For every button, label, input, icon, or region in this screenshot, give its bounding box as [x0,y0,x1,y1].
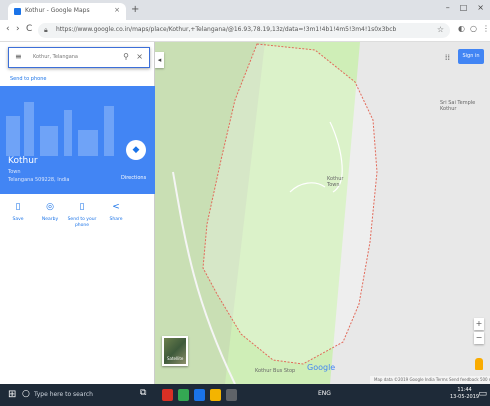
phone-icon: ▯ [79,202,85,212]
skyline-building [104,106,114,156]
clock-date: 13-05-2019 [450,394,480,400]
new-tab-button[interactable]: + [131,4,139,15]
notification-icon[interactable]: ▭ [478,389,487,399]
share-icon: < [112,202,120,212]
map-footer[interactable]: Map data ©2019 Google India Terms Send f… [370,376,490,384]
minimize-button[interactable]: – [446,3,450,12]
street-view-pegman-icon[interactable] [475,358,483,370]
store-app-icon[interactable] [226,389,237,401]
search-input[interactable]: Kothur, Telangana [33,54,78,60]
action-label: Share [109,217,123,222]
satellite-toggle-button[interactable]: Satellite [162,336,188,366]
clock-time: 11:44 [457,387,472,393]
action-label: Save [12,217,24,222]
maximize-button[interactable]: □ [460,3,468,12]
nearby-icon: ◎ [46,202,54,212]
collapse-panel-button[interactable]: ◂ [155,52,164,68]
map-label-temple[interactable]: Sri Sai Temple Kothur [440,100,475,112]
google-logo: Google [307,363,336,372]
place-side-panel: ≡ Kothur, Telangana ⚲ × Send to phone Ko… [0,42,155,384]
extension-icon[interactable]: ◐ [458,24,465,33]
url-text[interactable]: https://www.google.co.in/maps/place/Koth… [56,26,426,33]
skyline-building [64,110,72,156]
zoom-out-button[interactable]: − [474,332,484,344]
hamburger-menu-icon[interactable]: ≡ [15,52,22,61]
directions-icon: ◆ [132,145,140,155]
profile-icon[interactable]: ○ [470,24,477,33]
opera-app-icon[interactable] [162,389,173,401]
windows-taskbar: ⊞ ○ Type here to search ⧉ ENG 11:44 13-0… [0,384,490,406]
map-label-bus-stop[interactable]: Kothur Bus Stop [255,368,295,374]
skyline-building [24,102,34,156]
taskbar-search-input[interactable]: Type here to search [34,391,93,398]
directions-button[interactable]: ◆ [126,140,146,160]
forward-button[interactable]: › [16,24,20,34]
skyline-building [6,116,20,156]
tab-close-icon[interactable]: × [114,6,120,14]
place-hero-card: Kothur Town Telangana 509228, India ◆ Di… [0,86,155,194]
address-toolbar: ‹ › C 🔒︎ https://www.google.co.in/maps/p… [0,20,490,42]
task-view-icon[interactable]: ⧉ [140,388,146,398]
map-label-kothur[interactable]: Kothur Town [327,176,343,188]
action-label: Nearby [41,217,59,222]
apps-grid-icon[interactable]: ⁞⁞ [445,53,450,62]
search-box[interactable]: ≡ Kothur, Telangana ⚲ × [8,47,150,68]
share-button[interactable]: < Share [100,202,132,223]
send-to-phone-link[interactable]: Send to phone [10,76,46,82]
map-label-text: Kothur Bus Stop [255,368,296,374]
reload-button[interactable]: C [26,24,32,34]
skyline-building [78,130,98,156]
skyline-building [40,126,58,156]
place-address: Telangana 509228, India [8,177,70,183]
browser-tab[interactable]: Kothur - Google Maps × [8,3,126,20]
map-label-sub: Town [327,182,340,188]
bookmark-star-icon[interactable]: ☆ [437,25,444,34]
explorer-app-icon[interactable] [194,389,205,401]
close-window-button[interactable]: × [477,3,484,12]
taskbar-clock[interactable]: 11:44 13-05-2019 [450,387,479,401]
satellite-label: Satellite [167,356,184,361]
place-title: Kothur [8,156,38,166]
zoom-in-button[interactable]: + [474,318,484,330]
map-canvas[interactable]: ◂ ⁞⁞ Sign in Kothur Town Sri Sai Temple … [155,42,490,384]
browser-tab-bar: Kothur - Google Maps × + – □ × [0,0,490,20]
files-app-icon[interactable] [210,389,221,401]
map-label-sub: Kothur [440,106,457,112]
window-controls: – □ × [446,3,484,12]
place-actions: ▯ Save ◎ Nearby ▯ Send to your phone < S… [0,202,155,242]
lock-icon: 🔒︎ [44,26,48,34]
save-button[interactable]: ▯ Save [2,202,34,223]
map-drawing [155,42,378,384]
send-to-phone-button[interactable]: ▯ Send to your phone [66,202,98,229]
nearby-button[interactable]: ◎ Nearby [34,202,66,223]
bookmark-icon: ▯ [15,202,21,212]
close-icon[interactable]: × [136,52,143,61]
tab-title: Kothur - Google Maps [25,7,90,14]
place-type: Town [8,169,21,175]
browser-menu-icon[interactable]: ⋮ [482,24,490,33]
windows-start-icon[interactable]: ⊞ [8,389,16,400]
back-button[interactable]: ‹ [6,24,10,34]
system-tray[interactable]: ENG [318,390,331,397]
action-label: Send to your phone [67,217,97,228]
directions-label[interactable]: Directions [121,175,146,181]
chrome-app-icon[interactable] [178,389,189,401]
maps-favicon-icon [14,8,21,15]
taskbar-search-icon[interactable]: ○ [22,389,30,399]
sign-in-button[interactable]: Sign in [458,49,484,64]
url-bar[interactable]: 🔒︎ https://www.google.co.in/maps/place/K… [38,23,450,38]
search-icon[interactable]: ⚲ [123,52,129,61]
